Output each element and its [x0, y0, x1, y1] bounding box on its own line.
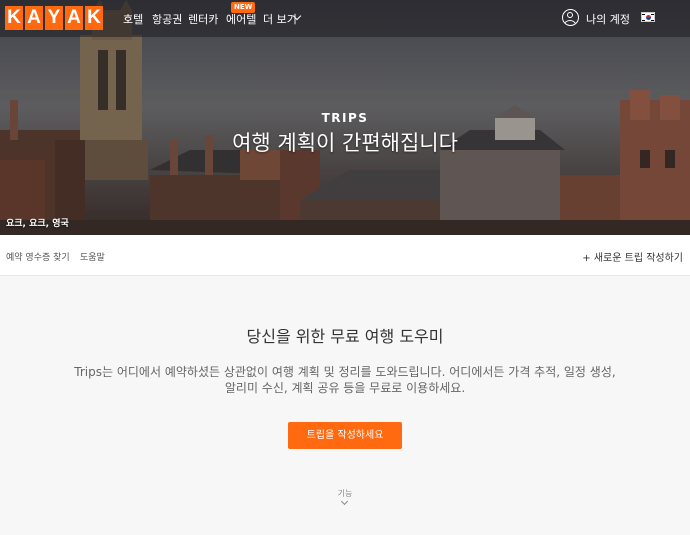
description-line: Trips는 어디에서 예약하셨든 상관없이 여행 계획 및 정리를 도와드립니…	[74, 365, 616, 379]
help-link[interactable]: 도움말	[80, 250, 105, 263]
logo-letter: A	[25, 6, 43, 30]
features-label[interactable]: 기능	[0, 488, 690, 499]
logo-letter: K	[5, 6, 23, 30]
nav-account[interactable]: 나의 계정	[586, 11, 630, 27]
top-nav: K A Y A K 호텔 항공권 렌터카 NEW 에어텔 더 보기 나의 계정	[0, 0, 690, 37]
nav-flights[interactable]: 항공권	[152, 11, 182, 27]
new-trip-link[interactable]: + 새로운 트립 작성하기	[582, 249, 683, 264]
hero-eyebrow: TRIPS	[321, 111, 369, 125]
logo-letter: K	[85, 6, 103, 30]
hero-title: 여행 계획이 간편해집니다	[232, 131, 458, 155]
sub-nav: 예약 영수증 찾기 도움말 + 새로운 트립 작성하기	[0, 235, 690, 276]
chevron-down-icon[interactable]	[340, 497, 349, 506]
hero-banner: K A Y A K 호텔 항공권 렌터카 NEW 에어텔 더 보기 나의 계정 …	[0, 0, 690, 235]
create-trip-button[interactable]: 트립을 작성하세요	[288, 422, 402, 449]
account-icon[interactable]	[562, 9, 579, 26]
nav-packages[interactable]: 에어텔	[226, 11, 256, 27]
main-description: Trips는 어디에서 예약하셨든 상관없이 여행 계획 및 정리를 도와드립니…	[60, 364, 630, 396]
photo-location: 요크, 요크, 영국	[6, 219, 69, 229]
main-title: 당신을 위한 무료 여행 도우미	[246, 327, 444, 346]
find-receipt-link[interactable]: 예약 영수증 찾기	[6, 250, 70, 263]
kayak-logo[interactable]: K A Y A K	[5, 6, 103, 30]
nav-rental-cars[interactable]: 렌터카	[188, 11, 218, 27]
logo-letter: Y	[45, 6, 63, 30]
nav-more[interactable]: 더 보기	[263, 11, 297, 27]
description-line: 알리미 수신, 계획 공유 등을 무료로 이용하세요.	[224, 381, 466, 395]
korea-flag-icon[interactable]	[641, 12, 655, 22]
nav-hotels[interactable]: 호텔	[123, 11, 143, 27]
logo-letter: A	[65, 6, 83, 30]
